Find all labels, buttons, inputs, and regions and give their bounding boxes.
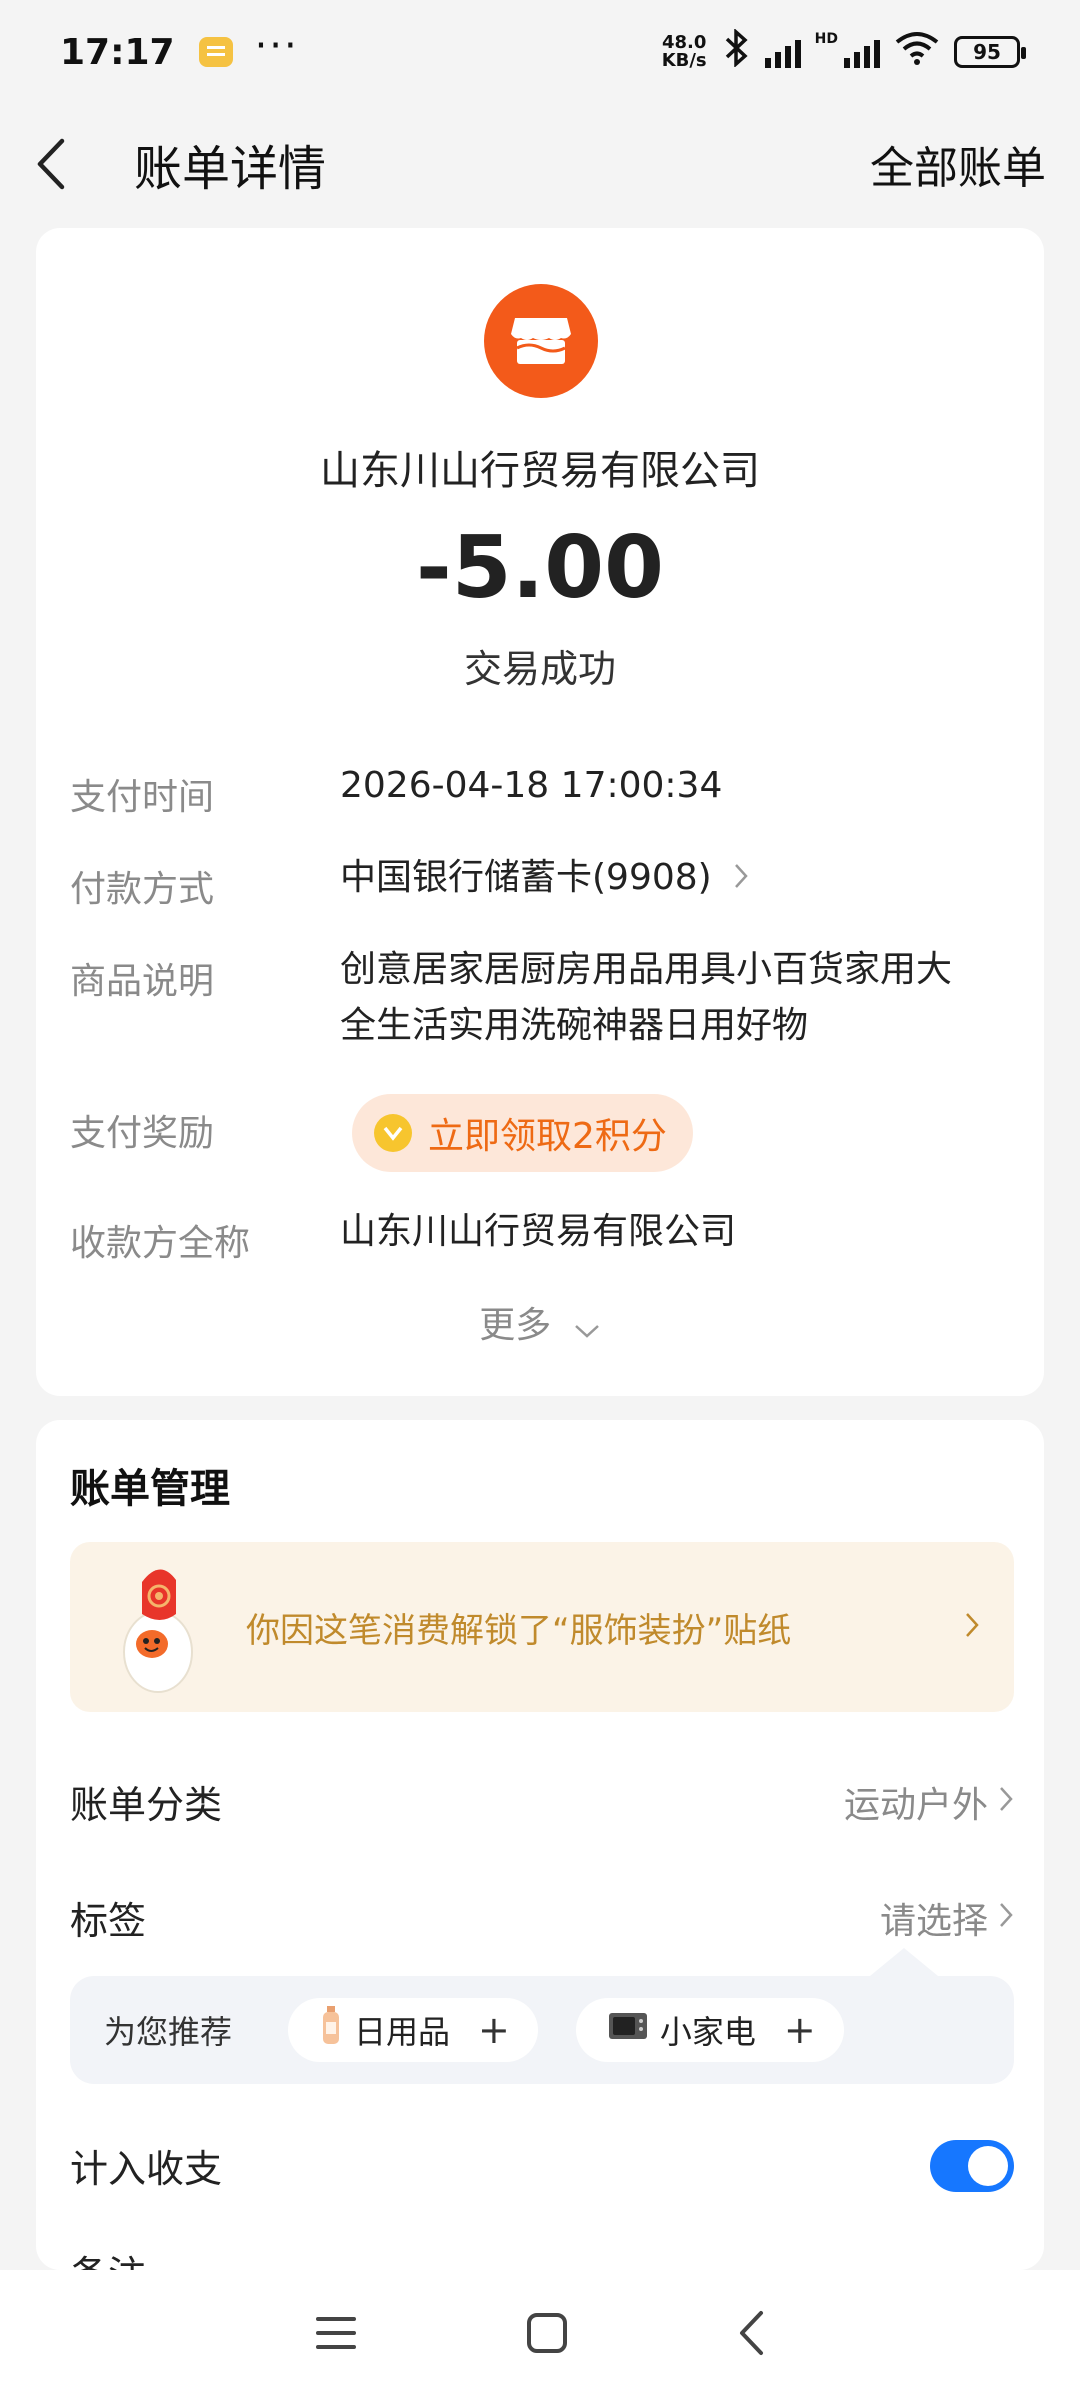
sticker-message: 你因这笔消费解锁了“服饰装扮”贴纸 (246, 1610, 792, 1651)
count-in-balance-label: 计入收支 (70, 2147, 223, 2191)
signal-strength-icon-2 (844, 36, 880, 68)
remark-label: 备注 (70, 2244, 146, 2270)
claim-points-button[interactable]: 立即领取2积分 (352, 1094, 693, 1172)
plus-icon: + (783, 2008, 816, 2052)
coin-icon (374, 1114, 412, 1152)
chevron-right-icon (964, 1611, 980, 1643)
back-triangle-icon[interactable] (736, 2309, 766, 2361)
category-label: 账单分类 (70, 1783, 223, 1827)
detail-value: 2026-04-18 17:00:34 (340, 765, 723, 806)
tag-value: 请选择 (879, 1900, 988, 1942)
detail-row-payment-time: 支付时间 2026-04-18 17:00:34 (70, 765, 1010, 820)
tag-recommendations: 为您推荐 日用品 + 小家电 + (70, 1976, 1014, 2084)
chip-label: 日用品 (354, 2013, 451, 2051)
detail-label: 支付奖励 (70, 1113, 215, 1154)
recommend-chip-daily-goods[interactable]: 日用品 + (288, 1998, 538, 2062)
status-bar: 17:17 ··· 48.0 KB/s HD 95 (0, 0, 1080, 104)
detail-value: 山东川山行贸易有限公司 (340, 1211, 737, 1252)
count-in-balance-toggle[interactable] (930, 2139, 1014, 2192)
status-time: 17:17 (60, 31, 175, 73)
more-label: 更多 (479, 1305, 552, 1346)
chevron-right-icon (998, 1781, 1014, 1822)
status-icons: 48.0 KB/s HD 95 (662, 27, 1026, 76)
microwave-icon (608, 2011, 648, 2049)
chevron-left-icon[interactable] (34, 134, 94, 194)
home-square-icon[interactable] (525, 2311, 569, 2359)
detail-row-payment-method[interactable]: 付款方式 中国银行储蓄卡(9908) (70, 857, 1010, 912)
chevron-right-icon (998, 1897, 1014, 1938)
network-speed-unit: KB/s (661, 50, 707, 71)
plus-icon: + (478, 2008, 510, 2052)
store-icon (484, 284, 598, 398)
sticker-unlock-banner[interactable]: 你因这笔消费解锁了“服饰装扮”贴纸 (70, 1542, 1014, 1712)
bluetooth-icon (721, 27, 751, 76)
bill-detail-card: 山东川山行贸易有限公司 -5.00 交易成功 支付时间 2026-04-18 1… (36, 228, 1044, 1396)
transaction-amount: -5.00 (416, 518, 664, 618)
network-speed: 48.0 KB/s (662, 34, 707, 70)
hd-label: HD (814, 30, 838, 47)
recommend-chip-small-appliance[interactable]: 小家电 + (575, 1998, 844, 2062)
section-title: 账单管理 (70, 1466, 230, 1512)
detail-label: 收款方全称 (70, 1223, 251, 1264)
count-in-balance-row: 计入收支 (70, 2138, 1014, 2193)
sticker-icon (110, 1552, 210, 1702)
system-nav-bar (0, 2270, 1080, 2400)
detail-label: 支付时间 (70, 777, 215, 818)
detail-row-product-desc: 商品说明 创意居家居厨房用品用具小百货家用大 全生活实用洗碗神器日用好物 (70, 949, 1010, 1054)
top-nav: 账单详情 全部账单 (0, 104, 1080, 224)
chip-label: 小家电 (659, 2013, 756, 2051)
chevron-down-icon (573, 1307, 601, 1348)
detail-value-wrap: 中国银行储蓄卡(9908) (340, 854, 749, 912)
all-bills-link[interactable]: 全部账单 (870, 132, 1046, 196)
recommend-pointer (870, 1948, 938, 1976)
detail-value: 中国银行储蓄卡(9908) (340, 857, 712, 898)
page-title: 账单详情 (134, 141, 327, 197)
detail-label: 商品说明 (70, 961, 215, 1002)
tag-value-wrap: 请选择 (880, 1892, 1014, 1944)
detail-value-line: 创意居家居厨房用品用具小百货家用大 (340, 949, 953, 990)
detail-row-reward: 支付奖励 立即领取2积分 (70, 1094, 1010, 1184)
signal-strength-icon (764, 36, 801, 68)
detail-label: 付款方式 (70, 869, 215, 910)
detail-value: 创意居家居厨房用品用具小百货家用大 全生活实用洗碗神器日用好物 (340, 942, 952, 1054)
chevron-right-icon (733, 855, 749, 903)
tag-row[interactable]: 标签 请选择 (70, 1890, 1014, 1945)
category-value: 运动户外 (843, 1784, 988, 1826)
message-notification-icon (198, 37, 233, 67)
wifi-icon (894, 30, 940, 75)
transaction-status: 交易成功 (463, 647, 616, 691)
detail-row-payee: 收款方全称 山东川山行贸易有限公司 (70, 1211, 1010, 1266)
merchant-name: 山东川山行贸易有限公司 (320, 448, 760, 494)
bottle-icon (320, 2006, 342, 2054)
category-value-wrap: 运动户外 (844, 1776, 1014, 1828)
tag-label: 标签 (70, 1899, 147, 1943)
more-toggle[interactable]: 更多 (36, 1296, 1044, 1348)
more-notifications-icon: ··· (254, 23, 299, 69)
detail-value-line: 全生活实用洗碗神器日用好物 (340, 1005, 809, 1046)
bill-category-row[interactable]: 账单分类 运动户外 (70, 1774, 1014, 1829)
recommend-label: 为您推荐 (104, 2013, 233, 2051)
claim-points-label: 立即领取2积分 (428, 1116, 667, 1157)
menu-icon[interactable] (314, 2313, 358, 2357)
battery-icon: 95 (954, 36, 1026, 68)
